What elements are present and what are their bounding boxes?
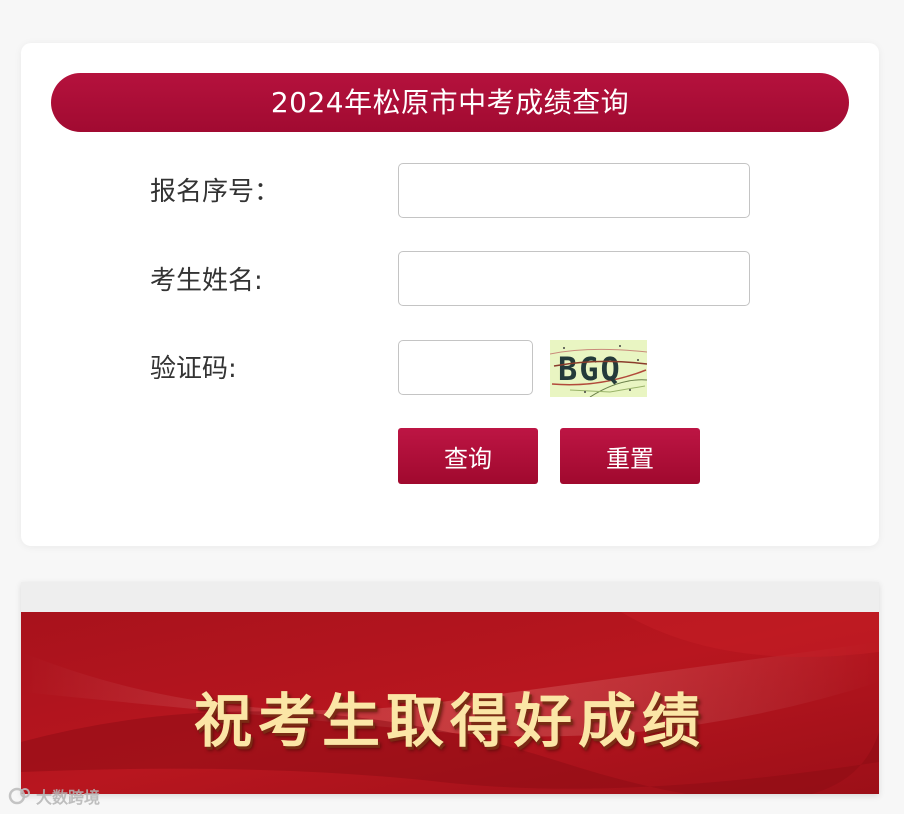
watermark: 大数跨境	[8, 785, 100, 807]
candidate-name-input[interactable]	[398, 251, 750, 306]
brand-logo-icon	[8, 786, 32, 806]
banner-section: 祝考生取得好成绩	[21, 582, 879, 794]
captcha-image[interactable]: BGQ	[549, 340, 648, 398]
registration-number-input[interactable]	[398, 163, 750, 218]
watermark-text: 大数跨境	[36, 788, 101, 807]
congratulation-banner: 祝考生取得好成绩	[21, 612, 879, 794]
reset-button[interactable]: 重置	[560, 428, 700, 484]
candidate-name-label: 考生姓名:	[150, 266, 263, 296]
query-button[interactable]: 查询	[398, 428, 538, 484]
banner-text: 祝考生取得好成绩	[193, 687, 706, 755]
captcha-input[interactable]	[398, 340, 533, 395]
captcha-label: 验证码:	[150, 354, 237, 384]
page-title: 2024年松原市中考成绩查询	[51, 73, 849, 132]
query-card: 2024年松原市中考成绩查询 报名序号： 考生姓名: 验证码: BGQ 查询 重…	[21, 43, 879, 546]
captcha-text: BGQ	[558, 350, 622, 388]
registration-number-label: 报名序号：	[150, 177, 281, 207]
